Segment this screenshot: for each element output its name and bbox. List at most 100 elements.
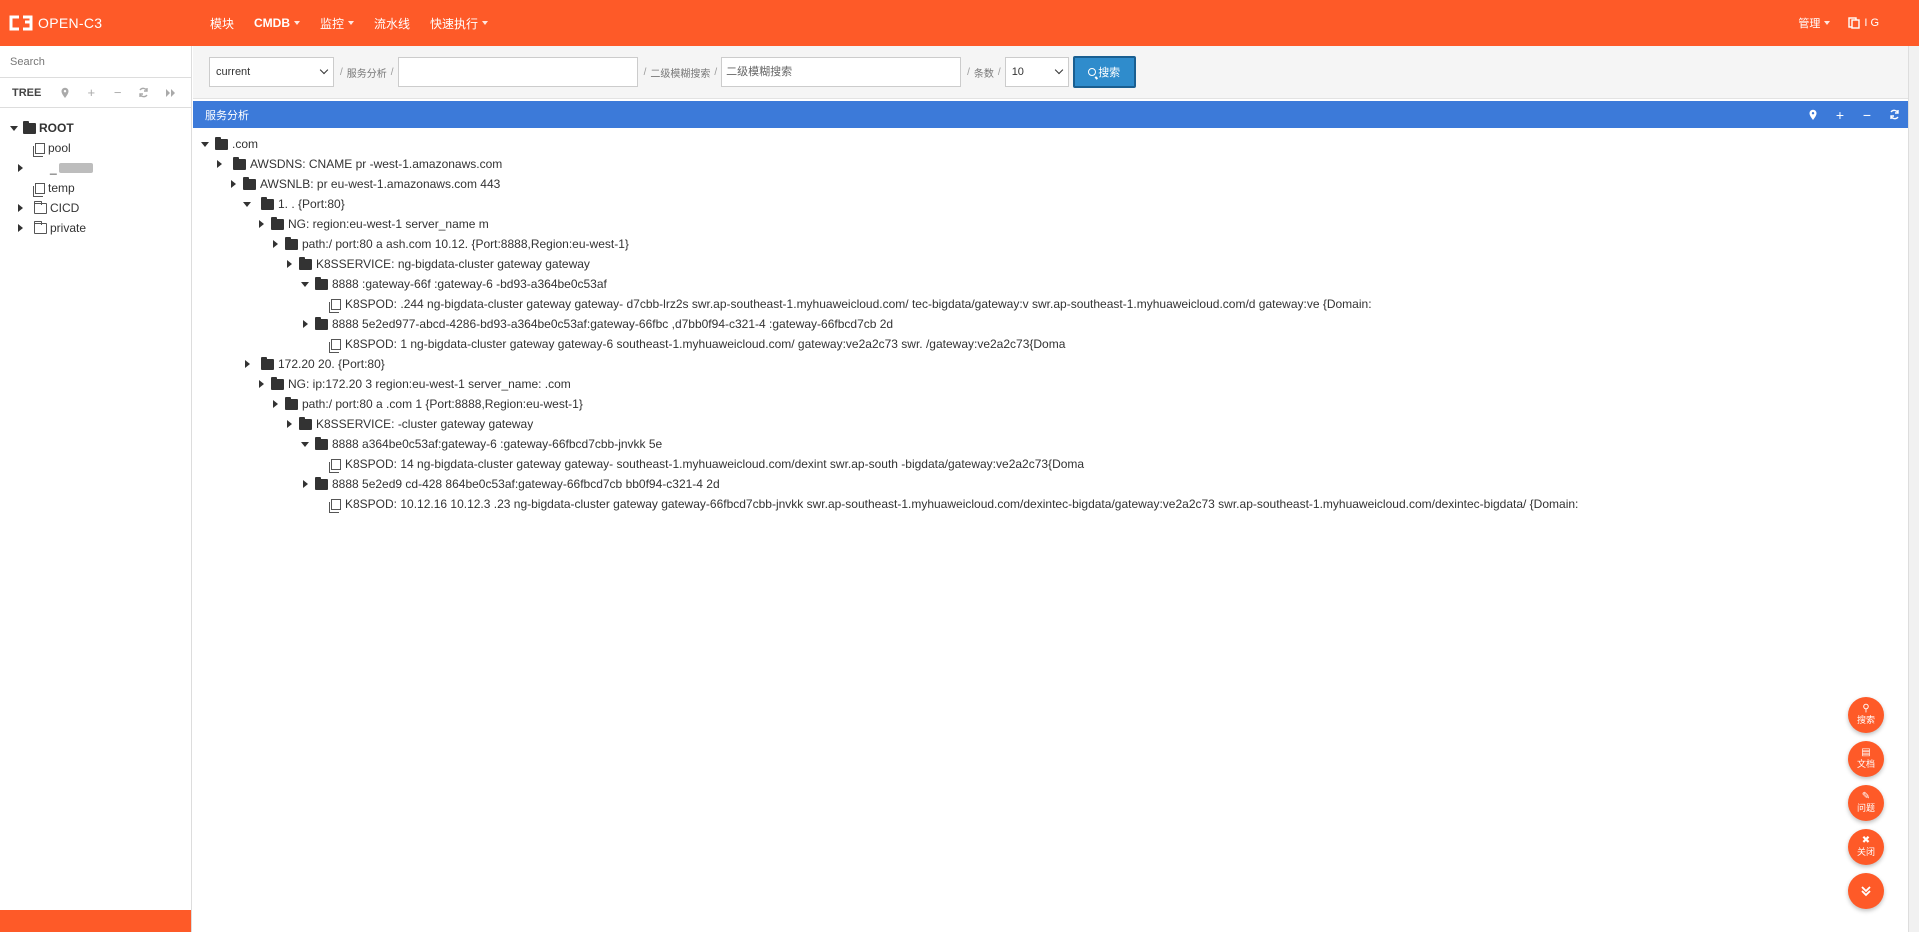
expand-toggle[interactable] [255,380,267,388]
refresh-icon[interactable] [1888,109,1900,120]
tree-node-root[interactable]: ROOT [0,118,191,138]
tree-node-temp[interactable]: temp [0,178,191,198]
expand-toggle[interactable] [299,281,311,287]
fab-close-button[interactable]: ✖ 关闭 [1848,829,1884,865]
tree-row[interactable]: K8SPOD: 14 ng-bigdata-cluster gateway ga… [329,454,1084,474]
caret-down-icon [1824,21,1831,25]
tree-row[interactable]: K8SSERVICE: -cluster gateway gateway [283,414,533,434]
tree-toolbar: TREE + − [0,78,191,108]
menu-item-cmdb[interactable]: CMDB [244,16,310,30]
expand-all-icon[interactable] [165,87,176,99]
tree-row[interactable]: 8888 5e2ed977-abcd-4286-bd93-a364be0c53a… [299,314,893,334]
main-menu: 模块 CMDB 监控 流水线 快速执行 [200,15,498,32]
menu-item-modules[interactable]: 模块 [200,15,244,32]
caret-down-icon [482,21,489,25]
caret-down-icon [348,21,355,25]
folder-open-icon [243,176,256,190]
service-input[interactable] [397,57,638,87]
tree-row[interactable]: NG: ip:172.20 3 region:eu-west-1 server_… [255,374,571,394]
fab-search-button[interactable]: ⚲ 搜索 [1848,697,1884,733]
expand-toggle[interactable] [283,420,295,428]
expand-toggle[interactable] [241,360,253,368]
plus-icon[interactable]: + [1834,108,1846,122]
tree-row[interactable]: AWSNLB: pr eu-west-1.amazonaws.com 443 [227,174,500,194]
copy-icon [329,338,341,353]
expand-toggle[interactable] [283,260,295,268]
count-select[interactable]: 10 [1004,57,1069,87]
expand-toggle[interactable] [8,125,20,131]
user-card-icon[interactable] [1848,17,1861,29]
locate-icon[interactable] [59,87,70,99]
expand-toggle[interactable] [299,480,311,488]
folder-open-icon [271,376,284,390]
search-button[interactable]: 搜索 [1072,56,1136,88]
expand-toggle[interactable] [299,320,311,328]
tree-row[interactable]: .com [199,134,258,154]
expand-toggle[interactable] [269,240,281,248]
tree-row[interactable]: path:/ port:80 a .com 1 {Port:8888,Regio… [269,394,583,414]
expand-toggle[interactable] [269,400,281,408]
book-icon: ▤ [1861,747,1871,758]
tree-node-cicd[interactable]: CICD [0,198,191,218]
caret-down-icon [10,125,18,131]
page-scrollbar[interactable] [1908,46,1919,932]
tree-row[interactable]: K8SPOD: .244 ng-bigdata-cluster gateway … [329,294,1372,314]
tree-node-private[interactable]: private [0,218,191,238]
expand-toggle[interactable] [241,201,253,207]
tree-search-input[interactable] [0,46,191,78]
tree-row[interactable]: AWSDNS: CNAME pr -west-1.amazonaws.com [213,154,502,174]
search-icon: ⚲ [1862,703,1870,714]
tree-row[interactable]: K8SSERVICE: ng-bigdata-cluster gateway g… [283,254,590,274]
fab-issue-button[interactable]: ✎ 问题 [1848,785,1884,821]
expand-toggle[interactable] [213,160,225,168]
expand-toggle[interactable] [14,164,26,172]
chevron-down-icon [319,65,329,75]
menu-item-quick-exec[interactable]: 快速执行 [420,15,498,32]
expand-toggle[interactable] [227,180,239,188]
folder-open-icon [299,416,312,430]
fab-docs-button[interactable]: ▤ 文档 [1848,741,1884,777]
copy-icon [33,182,45,197]
caret-down-icon [201,141,209,147]
caret-right-icon [286,420,292,428]
tree-row[interactable]: 8888 :gateway-66f :gateway-6 -bd93-a364b… [299,274,607,294]
tree-node-pool[interactable]: pool [0,138,191,158]
expand-toggle[interactable] [14,224,26,232]
tree-row[interactable]: K8SPOD: 1 ng-bigdata-cluster gateway gat… [329,334,1065,354]
edit-icon: ✎ [1861,791,1871,802]
tree-row[interactable]: 1. . {Port:80} [241,194,345,214]
folder-open-icon [315,276,328,290]
menu-item-pipeline[interactable]: 流水线 [364,15,420,32]
tree-row[interactable]: 8888 5e2ed9 cd-428 864be0c53af:gateway-6… [299,474,720,494]
tree-row[interactable]: NG: region:eu-west-1 server_name m [255,214,489,234]
caret-right-icon [17,224,23,232]
second-search-input[interactable] [721,57,962,87]
expand-toggle[interactable] [255,220,267,228]
tree-row[interactable]: K8SPOD: 10.12.16 10.12.3 .23 ng-bigdata-… [329,494,1578,514]
folder-open-icon [315,316,328,330]
refresh-icon[interactable] [138,87,149,99]
fab-collapse-button[interactable] [1848,873,1884,909]
folder-open-icon [23,120,36,134]
env-select[interactable]: current [209,57,334,87]
top-navbar: OPEN-C3 模块 CMDB 监控 流水线 快速执行 管理 I G [0,0,1919,46]
locate-icon[interactable] [1807,109,1819,121]
minus-icon[interactable]: − [112,86,123,99]
caret-right-icon [258,220,264,228]
plus-icon[interactable]: + [86,86,97,99]
expand-toggle[interactable] [299,441,311,447]
caret-right-icon [302,480,308,488]
tree-row[interactable]: 172.20 20. {Port:80} [241,354,385,374]
menu-item-admin[interactable]: 管理 [1788,15,1840,31]
service-tree: .com AWSDNS: CNAME pr -west-1.amazonaws.… [193,134,1908,924]
panel-header: 服务分析 + − [193,101,1908,128]
menu-item-monitor[interactable]: 监控 [310,15,364,32]
minus-icon[interactable]: − [1861,108,1873,122]
expand-toggle[interactable] [14,204,26,212]
brand[interactable]: OPEN-C3 [0,14,200,32]
tree-row[interactable]: 8888 a364be0c53af:gateway-6 :gateway-66f… [299,434,662,454]
tree-node-blurred[interactable]: _ [0,158,191,178]
expand-toggle[interactable] [199,141,211,147]
tree-row[interactable]: path:/ port:80 a ash.com 10.12. {Port:88… [269,234,629,254]
user-name[interactable]: I G [1864,17,1879,29]
